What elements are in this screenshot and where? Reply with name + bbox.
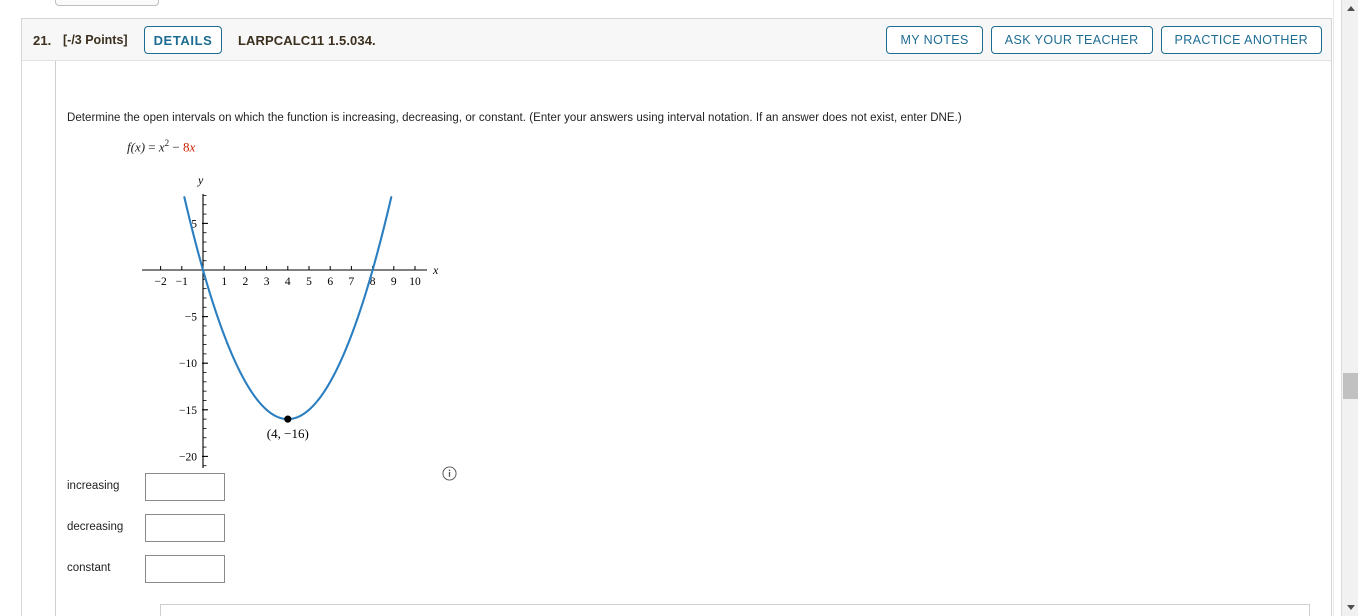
x-tick-label: 3 bbox=[264, 276, 270, 288]
x-tick-label: −1 bbox=[176, 276, 188, 288]
inner-scroll-gutter bbox=[1333, 0, 1341, 616]
function-formula: f(x) = x2 − 8x bbox=[127, 138, 195, 155]
x-tick-label: 5 bbox=[306, 276, 312, 288]
vertex-label: (4, −16) bbox=[267, 426, 309, 441]
previous-question-clipped-control bbox=[55, 0, 159, 6]
y-tick-label: −10 bbox=[179, 358, 197, 370]
ask-your-teacher-button[interactable]: ASK YOUR TEACHER bbox=[990, 26, 1153, 54]
x-tick-label: −2 bbox=[154, 276, 166, 288]
constant-label: constant bbox=[67, 562, 111, 574]
formula-lhs: f(x) bbox=[127, 139, 146, 155]
x-tick-label: 2 bbox=[243, 276, 249, 288]
body-divider bbox=[55, 61, 56, 616]
scroll-up-arrow-icon[interactable] bbox=[1342, 0, 1358, 17]
constant-input[interactable] bbox=[145, 555, 225, 583]
formula-exponent: 2 bbox=[164, 138, 170, 148]
formula-variable: x bbox=[189, 139, 196, 155]
next-section-clipped-box bbox=[160, 604, 1310, 616]
x-tick-label: 4 bbox=[285, 276, 291, 288]
question-number: 21. bbox=[33, 33, 52, 48]
question-body: Determine the open intervals on which th… bbox=[22, 61, 1331, 616]
y-tick-label: −15 bbox=[179, 405, 197, 417]
problem-prompt: Determine the open intervals on which th… bbox=[67, 112, 962, 124]
header-actions: MY NOTES ASK YOUR TEACHER PRACTICE ANOTH… bbox=[886, 26, 1322, 54]
formula-minus: − bbox=[172, 139, 180, 155]
scrollbar-thumb[interactable] bbox=[1343, 373, 1358, 399]
x-axis-label: x bbox=[432, 263, 439, 277]
parabola-curve bbox=[183, 196, 393, 421]
info-circle-icon[interactable] bbox=[442, 466, 457, 481]
y-tick-label: −20 bbox=[179, 451, 197, 463]
practice-another-button[interactable]: PRACTICE ANOTHER bbox=[1160, 26, 1322, 54]
x-axis-ticks: −2 −1 1 2 3 4 5 6 7 8 9 10 bbox=[154, 266, 421, 288]
graph-svg: −2 −1 1 2 3 4 5 6 7 8 9 10 5−5−10−15−20 (4, −16) x … bbox=[142, 173, 439, 468]
question-container: 21. [-/3 Points] DETAILS LARPCALC11 1.5.… bbox=[21, 18, 1332, 616]
decreasing-input[interactable] bbox=[145, 514, 225, 542]
x-tick-label: 10 bbox=[409, 276, 421, 288]
x-tick-label: 1 bbox=[221, 276, 227, 288]
question-points: [-/3 Points] bbox=[63, 33, 128, 47]
x-tick-label: 7 bbox=[349, 276, 355, 288]
question-header: 21. [-/3 Points] DETAILS LARPCALC11 1.5.… bbox=[22, 19, 1331, 61]
question-code: LARPCALC11 1.5.034. bbox=[238, 33, 376, 48]
x-tick-label: 6 bbox=[327, 276, 333, 288]
decreasing-label: decreasing bbox=[67, 521, 124, 533]
y-axis-label: y bbox=[197, 173, 204, 187]
increasing-label: increasing bbox=[67, 480, 120, 492]
increasing-input[interactable] bbox=[145, 473, 225, 501]
inner-scroll-divider bbox=[1333, 0, 1334, 616]
scroll-down-arrow-icon[interactable] bbox=[1342, 599, 1358, 616]
vertex-marker bbox=[284, 415, 292, 423]
y-tick-label: −5 bbox=[185, 312, 197, 324]
function-graph: −2 −1 1 2 3 4 5 6 7 8 9 10 5 −5 −10 −15 −20 (4, −16) x … bbox=[122, 166, 462, 476]
y-axis-ticks: 5−5−10−15−20 bbox=[179, 218, 208, 463]
vertex-point-group: (4, −16) bbox=[267, 415, 309, 441]
x-tick-label: 9 bbox=[391, 276, 397, 288]
page-root: 21. [-/3 Points] DETAILS LARPCALC11 1.5.… bbox=[0, 0, 1358, 616]
formula-equals: = bbox=[148, 139, 156, 155]
my-notes-button[interactable]: MY NOTES bbox=[886, 26, 983, 54]
details-button[interactable]: DETAILS bbox=[144, 26, 222, 54]
vertical-scrollbar[interactable] bbox=[1341, 0, 1358, 616]
